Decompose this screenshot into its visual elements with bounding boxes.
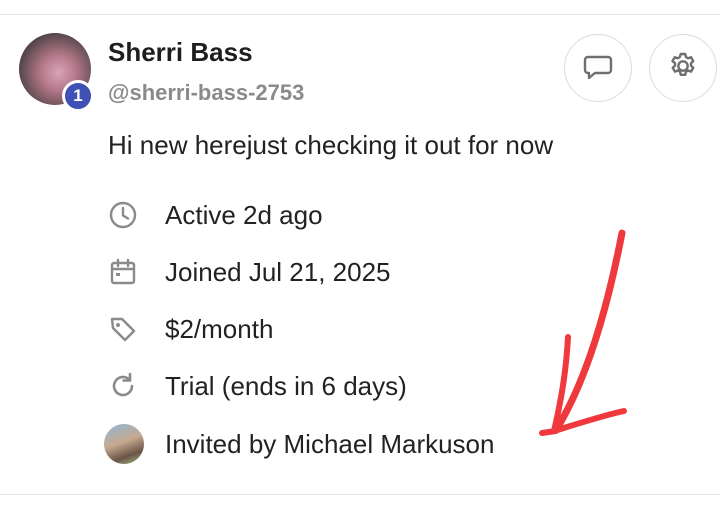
active-status-row: Active 2d ago [108,197,323,233]
price-text: $2/month [165,313,274,344]
clock-icon [108,200,138,230]
tag-icon [108,314,138,344]
trial-row: Trial (ends in 6 days) [108,368,407,404]
trial-text: Trial (ends in 6 days) [165,370,407,401]
top-divider [0,14,720,15]
invited-by-text[interactable]: Invited by Michael Markuson [165,429,494,460]
settings-button[interactable] [649,34,717,102]
annotation-arrow [530,225,640,450]
invited-by-row[interactable]: Invited by Michael Markuson [104,424,494,464]
bottom-divider [0,494,720,495]
joined-date-row: Joined Jul 21, 2025 [108,254,391,290]
refresh-icon [108,371,138,401]
profile-handle: @sherri-bass-2753 [108,80,305,105]
profile-name: Sherri Bass [108,37,253,67]
inviter-avatar[interactable] [104,424,144,464]
price-row: $2/month [108,311,273,347]
calendar-icon [108,257,138,287]
gear-icon [667,50,699,87]
profile-bio: Hi new herejust checking it out for now [108,130,554,160]
chat-bubble-icon [581,49,615,88]
notification-badge: 1 [62,80,94,112]
active-status-text: Active 2d ago [165,199,323,230]
message-button[interactable] [564,34,632,102]
joined-date-text: Joined Jul 21, 2025 [165,256,391,287]
